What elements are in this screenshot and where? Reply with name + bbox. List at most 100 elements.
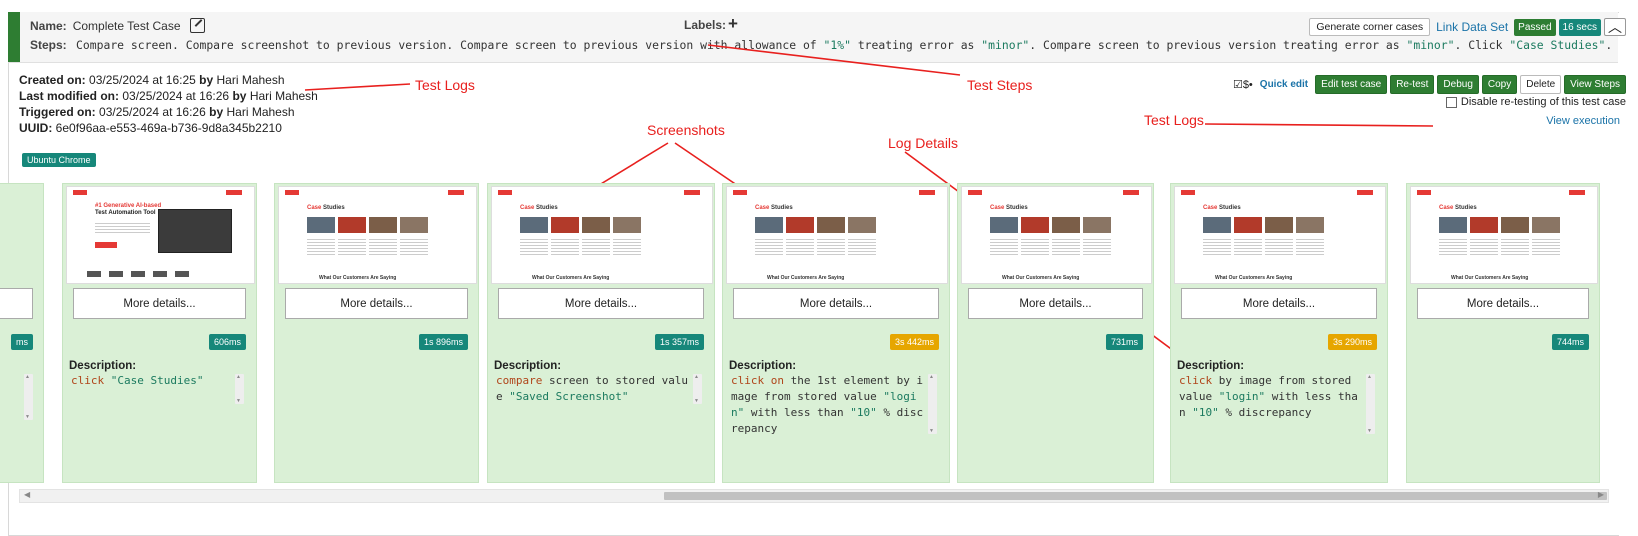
case-text: [817, 237, 845, 257]
annotation-line-test-logs: [304, 83, 411, 91]
more-details-button[interactable]: More details...: [73, 288, 246, 319]
case-text: [990, 237, 1018, 257]
case-text: [848, 237, 876, 257]
more-details-button[interactable]: [0, 288, 33, 319]
logo-mark: [498, 190, 512, 195]
case-image: [582, 217, 610, 233]
case-image: [613, 217, 641, 233]
cta-button-mark: [684, 190, 700, 195]
step-duration-badge: 744ms: [1551, 334, 1589, 350]
description-text[interactable]: click on the 1st element by image from s…: [731, 373, 925, 437]
case-text: [1296, 237, 1324, 257]
step-duration-badge: 731ms: [1105, 334, 1143, 350]
step-screenshot[interactable]: Case Studies What Our Customers Are Sayin…: [1410, 186, 1598, 284]
more-details-button[interactable]: More details...: [285, 288, 468, 319]
step-card: Case Studies What Our Customers Are Sayin…: [722, 183, 950, 483]
hero-heading-accent: #1 Generative AI-based: [95, 203, 162, 209]
step-card: Case Studies What Our Customers Are Sayin…: [487, 183, 715, 483]
case-text: [755, 237, 783, 257]
step-card: Case Studies What Our Customers Are Sayin…: [957, 183, 1154, 483]
case-studies-title: Case Studies: [755, 205, 793, 211]
case-text: [1083, 237, 1111, 257]
step-screenshot[interactable]: #1 Generative AI-based Test Automation To…: [66, 186, 255, 284]
case-text: [1203, 237, 1231, 257]
case-image: [817, 217, 845, 233]
case-studies-title: Case Studies: [520, 205, 558, 211]
case-image: [1203, 217, 1231, 233]
description-text[interactable]: compare screen to stored value "Saved Sc…: [496, 373, 690, 405]
case-text: [1021, 237, 1049, 257]
step-duration-badge: 3s 442ms: [889, 334, 939, 350]
case-text: [400, 237, 428, 257]
hero-product-image: [158, 209, 232, 253]
description-text[interactable]: click "Case Studies": [71, 373, 232, 389]
case-studies-title: Case Studies: [1203, 205, 1241, 211]
case-image: [1265, 217, 1293, 233]
scrollbar-thumb[interactable]: [664, 492, 1607, 500]
step-screenshot[interactable]: Case Studies What Our Customers Are Sayin…: [1174, 186, 1386, 284]
step-card: Case Studies What Our Customers Are Sayin…: [274, 183, 479, 483]
logo-mark: [1417, 190, 1431, 195]
testimonials-heading: What Our Customers Are Saying: [767, 275, 845, 281]
description-scrollbar[interactable]: [235, 374, 244, 404]
description-scrollbar[interactable]: [928, 374, 937, 434]
hero-button: [95, 242, 117, 248]
description-scrollbar[interactable]: [24, 374, 33, 420]
step-card: #1 Generative AI-based Test Automation To…: [62, 183, 257, 483]
horizontal-scrollbar[interactable]: ◀ ▶: [19, 489, 1609, 503]
case-image: [1021, 217, 1049, 233]
step-duration-badge: ms: [11, 334, 33, 350]
logo-mark: [733, 190, 747, 195]
case-text: [307, 237, 335, 257]
case-image: [848, 217, 876, 233]
case-text: [520, 237, 548, 257]
step-duration-badge: 1s 357ms: [654, 334, 704, 350]
case-studies-title: Case Studies: [990, 205, 1028, 211]
case-text: [613, 237, 641, 257]
case-text: [1470, 237, 1498, 257]
case-image: [551, 217, 579, 233]
more-details-button[interactable]: More details...: [1417, 288, 1589, 319]
annotation-test-logs-left: Test Logs: [415, 77, 475, 93]
step-screenshot[interactable]: Case Studies What Our Customers Are Sayin…: [961, 186, 1152, 284]
case-image: [1083, 217, 1111, 233]
case-text: [582, 237, 610, 257]
step-card: Case Studies What Our Customers Are Sayin…: [1406, 183, 1600, 483]
testimonials-heading: What Our Customers Are Saying: [1002, 275, 1080, 281]
more-details-button[interactable]: More details...: [733, 288, 939, 319]
case-image: [1234, 217, 1262, 233]
step-card: Case Studies What Our Customers Are Sayin…: [1170, 183, 1388, 483]
more-details-button[interactable]: More details...: [498, 288, 704, 319]
description-scrollbar[interactable]: [693, 374, 702, 404]
description-text[interactable]: click by image from stored value "login"…: [1179, 373, 1363, 421]
case-image: [307, 217, 335, 233]
more-details-button[interactable]: More details...: [1181, 288, 1377, 319]
step-duration-badge: 1s 896ms: [418, 334, 468, 350]
case-text: [1501, 237, 1529, 257]
case-image: [990, 217, 1018, 233]
step-screenshot[interactable]: Case Studies What Our Customers Are Sayin…: [726, 186, 948, 284]
description-scrollbar[interactable]: [1366, 374, 1375, 434]
logo-mark: [73, 190, 87, 195]
case-text: [1265, 237, 1293, 257]
step-duration-badge: 606ms: [208, 334, 246, 350]
scroll-left-icon[interactable]: ◀: [24, 490, 30, 499]
description-label: Description:: [1177, 360, 1245, 372]
step-screenshot[interactable]: Case Studies What Our Customers Are Sayin…: [278, 186, 477, 284]
case-image: [1501, 217, 1529, 233]
scroll-right-icon[interactable]: ▶: [1598, 490, 1604, 499]
description-label: Description:: [729, 360, 797, 372]
case-image: [400, 217, 428, 233]
more-details-button[interactable]: More details...: [968, 288, 1143, 319]
cta-button-mark: [1357, 190, 1373, 195]
testimonials-heading: What Our Customers Are Saying: [532, 275, 610, 281]
case-image: [1532, 217, 1560, 233]
step-duration-badge: 3s 290ms: [1327, 334, 1377, 350]
case-studies-title: Case Studies: [1439, 205, 1477, 211]
case-text: [1532, 237, 1560, 257]
step-screenshot[interactable]: Case Studies What Our Customers Are Sayin…: [491, 186, 713, 284]
case-image: [520, 217, 548, 233]
client-logos: [87, 271, 197, 277]
case-studies-title: Case Studies: [307, 205, 345, 211]
description-label: Description:: [69, 360, 137, 372]
